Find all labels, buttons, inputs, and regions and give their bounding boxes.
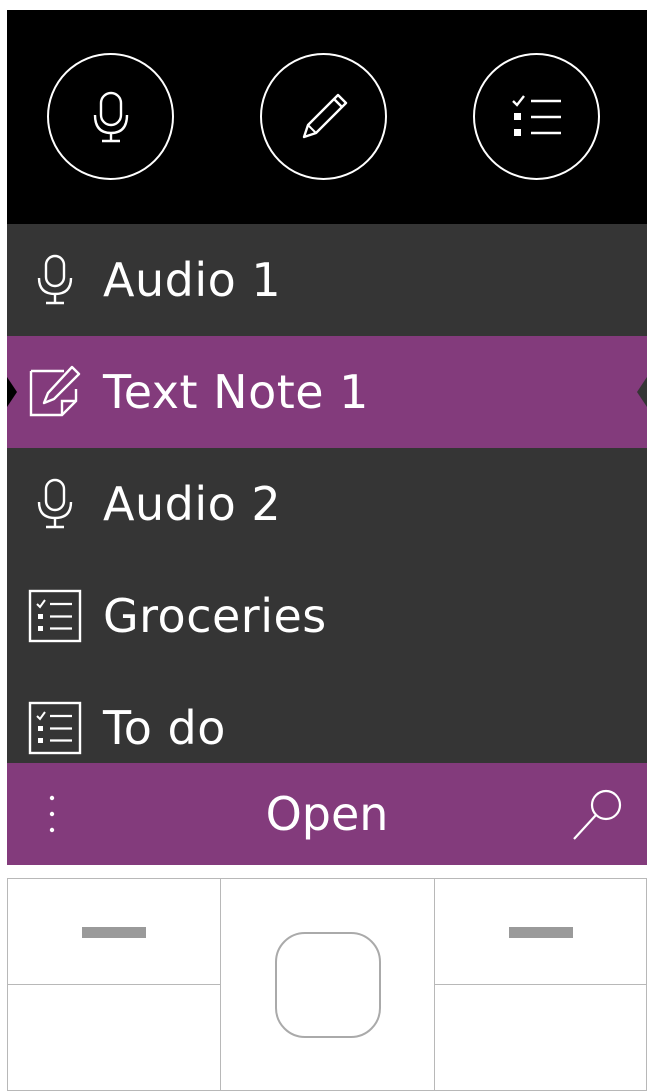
note-row-audio-1[interactable]: Audio 1 (7, 224, 647, 336)
left-softkey[interactable] (8, 879, 221, 985)
search-icon[interactable] (568, 787, 628, 843)
notes-list: Audio 1 Text Note 1 Audio 2 Groceries To… (7, 224, 647, 763)
checklist-icon (25, 586, 85, 646)
checklist-icon (511, 94, 561, 136)
left-lower-key[interactable] (8, 985, 221, 1091)
left-softkey-indicator (82, 927, 146, 938)
center-select-key[interactable] (275, 932, 381, 1038)
edit-note-icon (25, 362, 85, 422)
note-row-to-do[interactable]: To do (7, 672, 647, 763)
note-row-groceries[interactable]: Groceries (7, 560, 647, 672)
hardware-keypad (7, 878, 647, 1091)
open-softkey-button[interactable]: Open (7, 763, 647, 865)
selection-indicator-right (637, 377, 647, 407)
note-label: Text Note 1 (103, 365, 369, 419)
more-vertical-icon[interactable] (37, 791, 67, 837)
note-label: To do (103, 701, 226, 755)
note-label: Audio 1 (103, 253, 282, 307)
new-checklist-button[interactable] (473, 53, 600, 180)
phone-screen: Audio 1 Text Note 1 Audio 2 Groceries To… (7, 10, 647, 865)
new-audio-note-button[interactable] (47, 53, 174, 180)
microphone-icon (25, 474, 85, 534)
right-softkey-indicator (509, 927, 573, 938)
microphone-icon (25, 250, 85, 310)
note-label: Groceries (103, 589, 327, 643)
note-label: Audio 2 (103, 477, 282, 531)
pencil-icon (302, 93, 347, 138)
microphone-icon (93, 91, 128, 142)
note-row-text-note-1[interactable]: Text Note 1 (7, 336, 647, 448)
note-row-audio-2[interactable]: Audio 2 (7, 448, 647, 560)
selection-indicator-left (7, 377, 17, 407)
right-lower-key[interactable] (434, 985, 646, 1091)
new-text-note-button[interactable] (260, 53, 387, 180)
quick-action-bar (7, 10, 647, 224)
bottom-app-bar: Open (7, 763, 647, 865)
right-softkey[interactable] (434, 879, 646, 985)
checklist-icon (25, 698, 85, 758)
